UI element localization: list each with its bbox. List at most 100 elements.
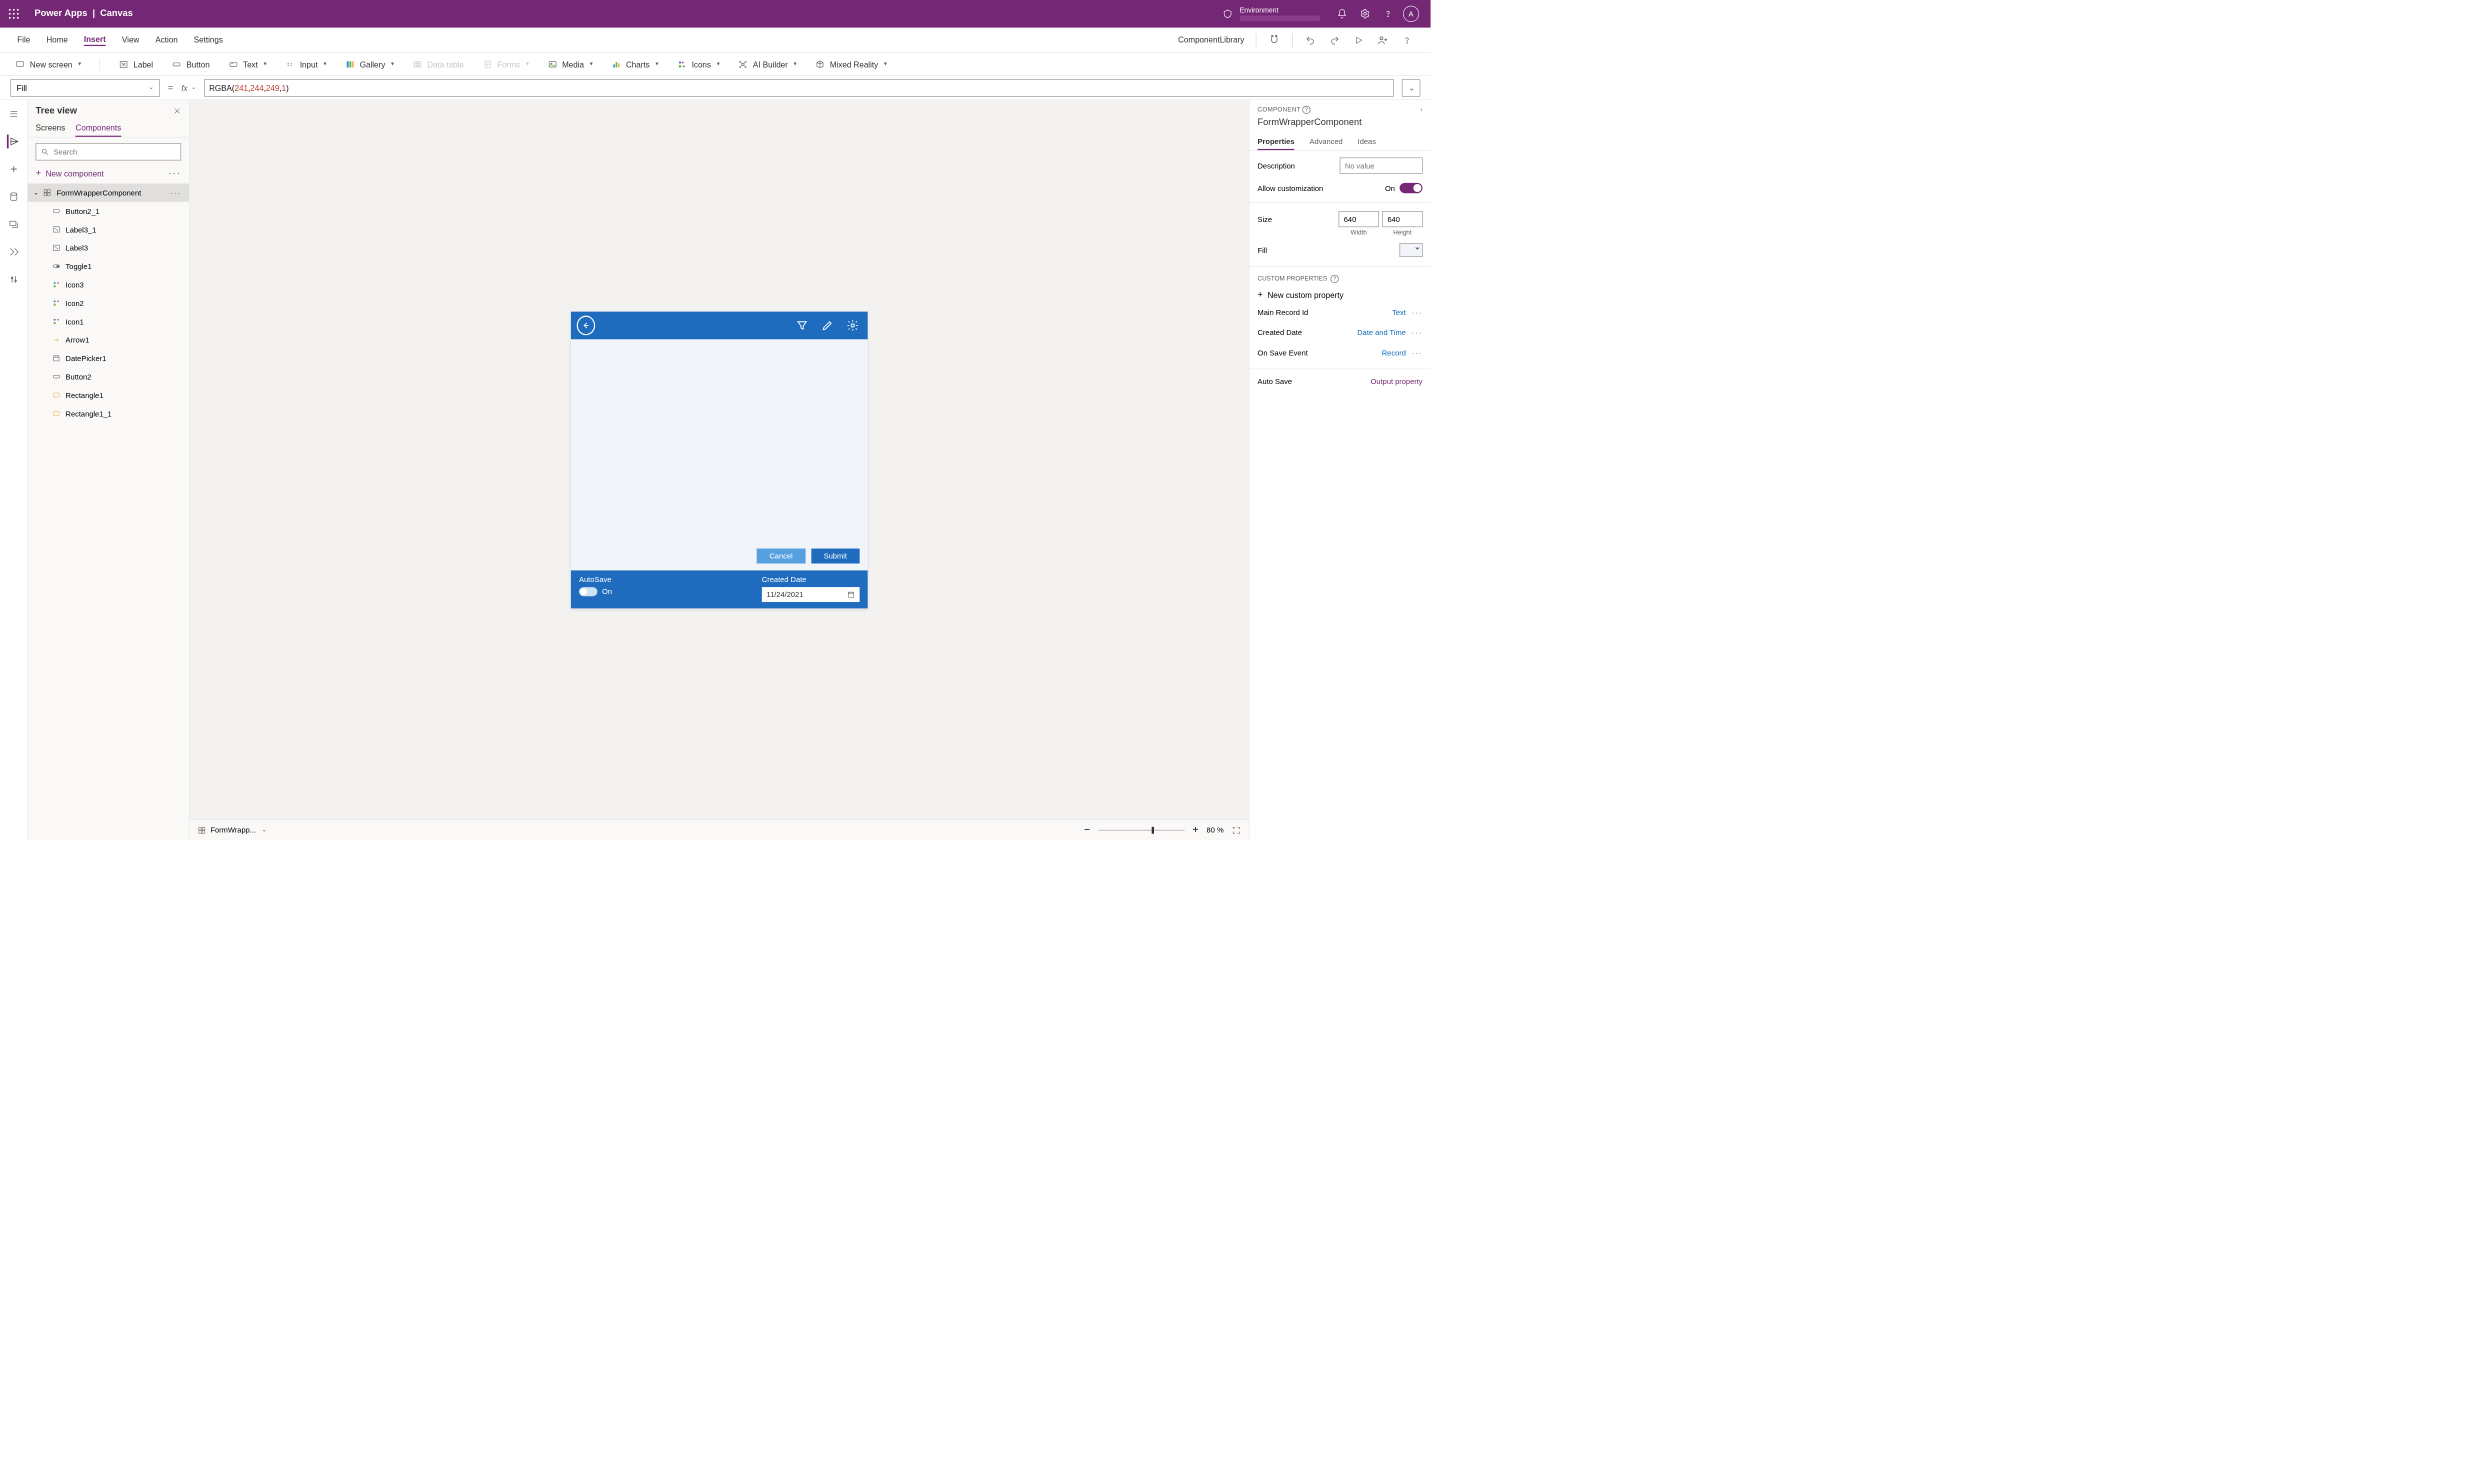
created-date-input[interactable]: 11/24/2021 <box>762 587 860 602</box>
ribbon-label[interactable]: Label <box>118 59 153 69</box>
help-icon[interactable]: ? <box>1331 275 1339 283</box>
settings-icon[interactable] <box>1354 2 1377 25</box>
tree-node[interactable]: Button2 <box>28 367 190 385</box>
filter-icon[interactable] <box>793 316 811 334</box>
tree-node[interactable]: Icon3 <box>28 275 190 293</box>
redo-icon[interactable] <box>1328 34 1341 47</box>
fx-button[interactable]: fx⌄ <box>181 83 196 92</box>
ribbon-icons[interactable]: Icons▾ <box>677 59 720 69</box>
tree-node-root[interactable]: ⌄ FormWrapperComponent ··· <box>28 183 190 201</box>
zoom-slider[interactable] <box>1098 829 1184 830</box>
menu-settings[interactable]: Settings <box>194 35 223 45</box>
rail-insert-icon[interactable] <box>7 162 21 176</box>
ribbon-input[interactable]: Input▾ <box>285 59 326 69</box>
breadcrumb-selector[interactable]: FormWrapp... ⌄ <box>198 826 267 835</box>
custom-prop-row[interactable]: Created Date Date and Time··· <box>1258 328 1423 337</box>
new-component-button[interactable]: + New component <box>36 168 104 178</box>
menu-home[interactable]: Home <box>46 35 67 45</box>
zoom-in-button[interactable]: + <box>1192 824 1198 836</box>
ribbon-media[interactable]: Media▾ <box>547 59 593 69</box>
menu-view[interactable]: View <box>122 35 139 45</box>
props-tab-ideas[interactable]: Ideas <box>1358 133 1376 150</box>
help-icon[interactable] <box>1401 34 1414 47</box>
ribbon-text[interactable]: Text▾ <box>228 59 266 69</box>
ribbon-data-table[interactable]: Data table <box>412 59 464 69</box>
custom-prop-row[interactable]: Main Record Id Text··· <box>1258 308 1423 317</box>
edit-icon[interactable] <box>818 316 836 334</box>
prop-width-input[interactable] <box>1339 211 1379 227</box>
tree-node[interactable]: DatePicker1 <box>28 349 190 367</box>
formula-input[interactable]: RGBA(241, 244, 249, 1) <box>204 79 1394 96</box>
rail-tools-icon[interactable] <box>7 273 21 287</box>
more-icon[interactable]: ··· <box>170 188 181 197</box>
help-icon[interactable]: ? <box>1303 106 1311 114</box>
chevron-right-icon[interactable]: › <box>1420 106 1422 113</box>
component-library-link[interactable]: ComponentLibrary <box>1178 35 1244 45</box>
prop-height-input[interactable] <box>1382 211 1422 227</box>
tree-node[interactable]: Arrow1 <box>28 331 190 349</box>
icons-icon <box>52 298 61 307</box>
environment-selector[interactable]: Environment <box>1222 6 1320 21</box>
submit-button[interactable]: Submit <box>811 548 860 563</box>
tree-node[interactable]: Rectangle1_1 <box>28 404 190 422</box>
rail-hamburger-icon[interactable] <box>7 107 21 121</box>
tree-node[interactable]: Rectangle1 <box>28 386 190 404</box>
prop-description-input[interactable] <box>1340 158 1423 174</box>
more-icon[interactable]: ··· <box>1412 308 1423 317</box>
tree-node[interactable]: Label3 <box>28 239 190 257</box>
props-tab-properties[interactable]: Properties <box>1258 133 1295 150</box>
help-icon[interactable] <box>1377 2 1400 25</box>
menu-file[interactable]: File <box>17 35 30 45</box>
rail-flows-icon[interactable] <box>7 245 21 259</box>
tree-node[interactable]: Icon2 <box>28 294 190 312</box>
notifications-icon[interactable] <box>1331 2 1354 25</box>
tree-node[interactable]: Toggle1 <box>28 257 190 275</box>
more-icon[interactable]: ··· <box>1412 328 1423 337</box>
allow-customization-toggle[interactable] <box>1400 183 1423 193</box>
share-icon[interactable] <box>1377 34 1390 47</box>
autosave-toggle[interactable] <box>579 587 597 596</box>
prop-fill-label: Fill <box>1258 246 1268 255</box>
ribbon-mixed-reality[interactable]: Mixed Reality▾ <box>815 59 887 69</box>
ribbon-new-screen[interactable]: New screen▾ <box>15 59 81 69</box>
tree-node[interactable]: Icon1 <box>28 312 190 330</box>
more-icon[interactable]: ··· <box>168 168 181 178</box>
ribbon-charts[interactable]: Charts▾ <box>611 59 658 69</box>
play-preview-icon[interactable] <box>1352 34 1365 47</box>
health-check-icon[interactable] <box>1268 34 1281 47</box>
tree-node[interactable]: Button2_1 <box>28 202 190 220</box>
ribbon-insert: New screen▾ Label Button Text▾ Input▾ Ga… <box>0 53 1431 76</box>
ribbon-ai-builder[interactable]: AI Builder▾ <box>738 59 796 69</box>
tree-node[interactable]: Label3_1 <box>28 220 190 238</box>
rail-tree-view-icon[interactable] <box>7 135 21 149</box>
props-tab-advanced[interactable]: Advanced <box>1309 133 1342 150</box>
property-selector[interactable]: Fill ⌄ <box>10 79 159 96</box>
custom-prop-row[interactable]: On Save Event Record··· <box>1258 348 1423 357</box>
gear-icon[interactable] <box>844 316 862 334</box>
prop-fill-swatch[interactable]: ⏷ <box>1400 243 1423 257</box>
tree-search-field[interactable] <box>53 147 175 156</box>
tree-search-input[interactable] <box>36 143 181 160</box>
new-custom-property-button[interactable]: + New custom property <box>1258 290 1423 300</box>
ribbon-button[interactable]: Button <box>171 59 209 69</box>
fit-screen-icon[interactable] <box>1232 825 1241 834</box>
component-stage[interactable]: Cancel Submit AutoSave On Created Da <box>571 311 868 608</box>
close-icon[interactable] <box>173 107 181 115</box>
ribbon-gallery[interactable]: Gallery▾ <box>345 59 394 69</box>
custom-prop-row[interactable]: Auto Save Output property <box>1258 377 1423 386</box>
formula-expand-button[interactable]: ⌄ <box>1402 79 1420 96</box>
menu-action[interactable]: Action <box>155 35 177 45</box>
tab-components[interactable]: Components <box>76 120 122 137</box>
tab-screens[interactable]: Screens <box>36 120 66 137</box>
account-avatar[interactable]: A <box>1400 2 1423 25</box>
rail-media-icon[interactable] <box>7 217 21 231</box>
cancel-button[interactable]: Cancel <box>757 548 806 563</box>
more-icon[interactable]: ··· <box>1412 348 1423 357</box>
ribbon-forms[interactable]: Forms▾ <box>482 59 528 69</box>
undo-icon[interactable] <box>1304 34 1317 47</box>
app-launcher-icon[interactable] <box>8 8 19 19</box>
zoom-out-button[interactable]: − <box>1084 824 1090 836</box>
back-icon[interactable] <box>577 316 595 334</box>
menu-insert[interactable]: Insert <box>84 34 106 46</box>
rail-data-icon[interactable] <box>7 190 21 204</box>
